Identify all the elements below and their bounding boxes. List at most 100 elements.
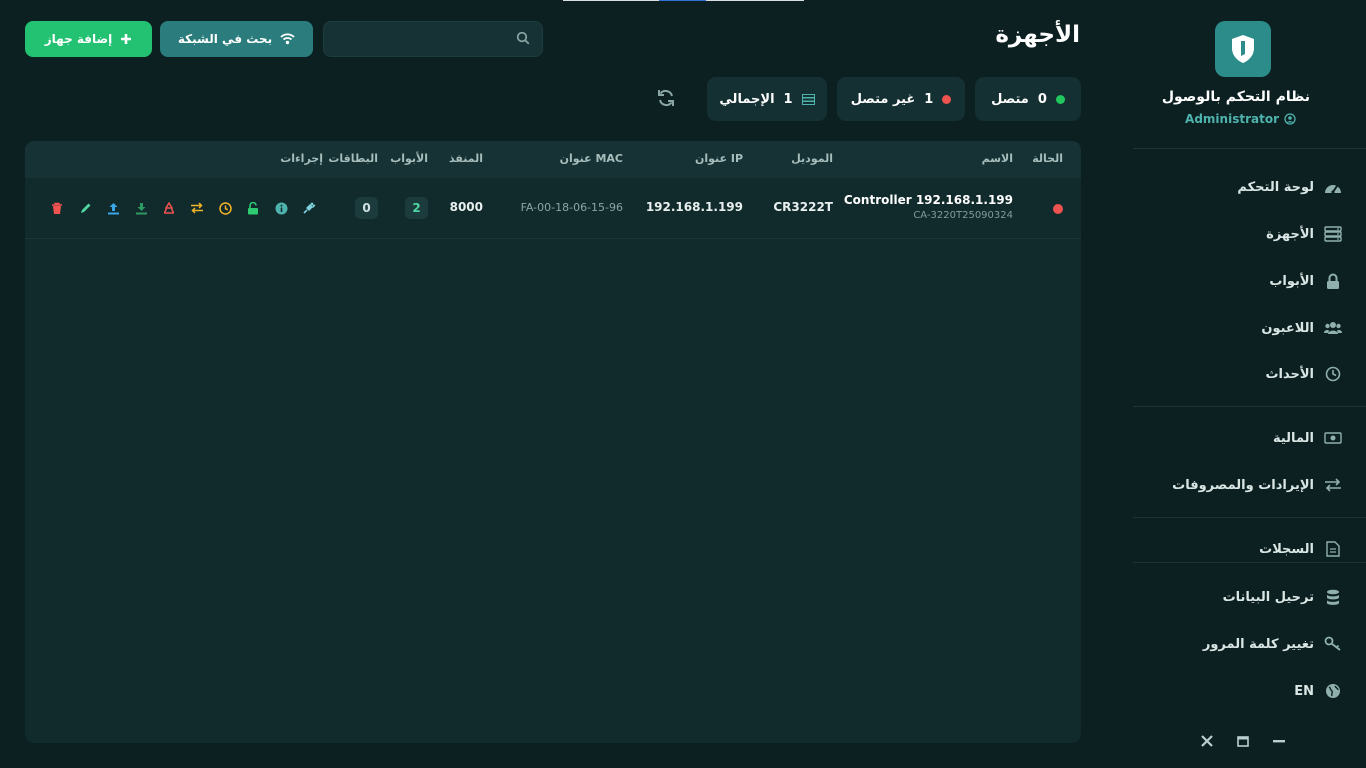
upload-button[interactable] [105, 200, 121, 216]
sidebar-item-logs[interactable]: السجلات [1133, 534, 1366, 564]
header-mac: عنوان MAC [559, 152, 623, 165]
network-scan-button[interactable]: بحث في الشبكة [160, 21, 313, 57]
edit-icon [80, 203, 90, 213]
exchange-icon [1324, 476, 1342, 494]
header-ip: عنوان IP [694, 152, 743, 165]
money-icon [1324, 429, 1342, 447]
add-device-label: إضافة جهاز [44, 32, 113, 46]
recycle-button[interactable] [161, 200, 177, 216]
download-button[interactable] [133, 200, 149, 216]
sidebar-item-finance[interactable]: المالية [1133, 423, 1366, 453]
stat-online-label: متصل [991, 91, 1029, 107]
sidebar-item-change-password[interactable]: تغيير كلمة المرور [1133, 629, 1366, 659]
sidebar-item-label: الأجهزة [1266, 226, 1314, 242]
sidebar-item-devices[interactable]: الأجهزة [1133, 219, 1366, 249]
stat-total-label: الإجمالي [719, 91, 775, 107]
sidebar-item-label: السجلات [1259, 541, 1314, 557]
unlock-button[interactable] [245, 200, 261, 216]
wifi-icon [280, 33, 295, 45]
device-cards-badge: 0 [355, 197, 378, 219]
add-device-button[interactable]: إضافة جهاز [25, 21, 152, 57]
sidebar-item-players[interactable]: اللاعبون [1133, 313, 1366, 343]
header-status: الحالة [1032, 152, 1063, 165]
status-offline-dot-icon [1053, 204, 1063, 214]
sidebar-item-label: ترحيل البيانات [1222, 589, 1314, 605]
stat-offline-label: غير متصل [850, 91, 916, 107]
set-time-button[interactable] [217, 200, 233, 216]
lock-icon [1324, 272, 1342, 290]
sidebar-item-doors[interactable]: الأبواب [1133, 266, 1366, 296]
close-icon [1201, 735, 1213, 747]
header-name: الاسم [981, 152, 1013, 165]
search-icon [516, 31, 530, 45]
sidebar-item-events[interactable]: الأحداث [1133, 359, 1366, 389]
sidebar-item-label: الأحداث [1265, 366, 1314, 382]
close-window-button[interactable] [1197, 732, 1217, 750]
sidebar-divider [1133, 406, 1366, 407]
header-model: الموديل [791, 152, 833, 165]
database-icon [1324, 588, 1342, 606]
user-circle-icon [1284, 113, 1296, 125]
delete-device-button[interactable] [49, 200, 65, 216]
server-icon [801, 93, 815, 105]
key-icon [1324, 635, 1342, 653]
stat-offline-count: 1 [924, 91, 934, 107]
online-dot-icon [1055, 94, 1065, 104]
device-info-button[interactable] [273, 200, 289, 216]
device-serial: CA-3220T25090324 [913, 210, 1013, 221]
users-icon [1324, 319, 1342, 337]
app-logo [1215, 21, 1271, 77]
table-row[interactable]: Controller 192.168.1.199 CA-3220T2509032… [25, 178, 1081, 239]
device-doors-badge: 2 [405, 197, 428, 219]
top-indicator [706, 0, 804, 1]
header-port: المنفذ [448, 152, 483, 165]
sidebar-item-label: الإيرادات والمصروفات [1172, 477, 1314, 493]
unlock-icon [248, 201, 258, 214]
sidebar-item-label: لوحة التحكم [1237, 179, 1314, 195]
user-role: Administrator [1185, 112, 1296, 126]
table-header: الحالة الاسم الموديل عنوان IP عنوان MAC … [25, 141, 1081, 178]
delete-icon [52, 202, 62, 214]
clock-icon [1324, 365, 1342, 383]
stat-total-count: 1 [783, 91, 793, 107]
sync-button[interactable] [189, 200, 205, 216]
network-scan-label: بحث في الشبكة [177, 32, 273, 46]
refresh-icon[interactable] [656, 88, 676, 108]
edit-device-button[interactable] [77, 200, 93, 216]
stat-online-count: 0 [1037, 91, 1047, 107]
stat-offline: غير متصل 1 [837, 77, 965, 121]
globe-icon [1324, 682, 1342, 700]
recycle-icon [163, 201, 175, 214]
sidebar-divider [1133, 562, 1366, 563]
page-title: الأجهزة [995, 22, 1080, 48]
device-model: CR3222T [773, 200, 833, 214]
minimize-window-button[interactable] [1269, 732, 1289, 750]
server-icon [1324, 225, 1342, 243]
device-mac: FA-00-18-06-15-96 [520, 201, 623, 214]
sidebar-divider [1133, 148, 1366, 149]
sidebar-item-income-expenses[interactable]: الإيرادات والمصروفات [1133, 470, 1366, 500]
plug-icon [303, 202, 316, 214]
connect-button[interactable] [301, 200, 317, 216]
sidebar-item-label: المالية [1272, 430, 1314, 446]
dashboard-icon [1324, 178, 1342, 196]
search-input[interactable] [323, 21, 543, 57]
header-doors: الأبواب [390, 152, 428, 165]
devices-table: الحالة الاسم الموديل عنوان IP عنوان MAC … [25, 141, 1081, 743]
maximize-window-button[interactable] [1233, 732, 1253, 750]
sidebar-item-label: تغيير كلمة المرور [1202, 636, 1314, 652]
app-title: نظام التحكم بالوصول [1161, 89, 1310, 105]
header-cards: البطاقات [328, 152, 378, 165]
device-ip: 192.168.1.199 [645, 200, 743, 214]
sync-icon [191, 202, 203, 214]
info-icon [275, 202, 287, 214]
plus-icon [121, 34, 132, 44]
minimize-icon [1273, 740, 1285, 743]
sidebar-divider [1133, 517, 1366, 518]
language-toggle[interactable]: EN [1133, 676, 1366, 706]
top-indicator-active [659, 0, 706, 1]
time-icon [218, 201, 232, 215]
sidebar-item-dashboard[interactable]: لوحة التحكم [1133, 172, 1366, 202]
sidebar-item-data-migration[interactable]: ترحيل البيانات [1133, 582, 1366, 612]
user-role-label: Administrator [1185, 112, 1279, 126]
